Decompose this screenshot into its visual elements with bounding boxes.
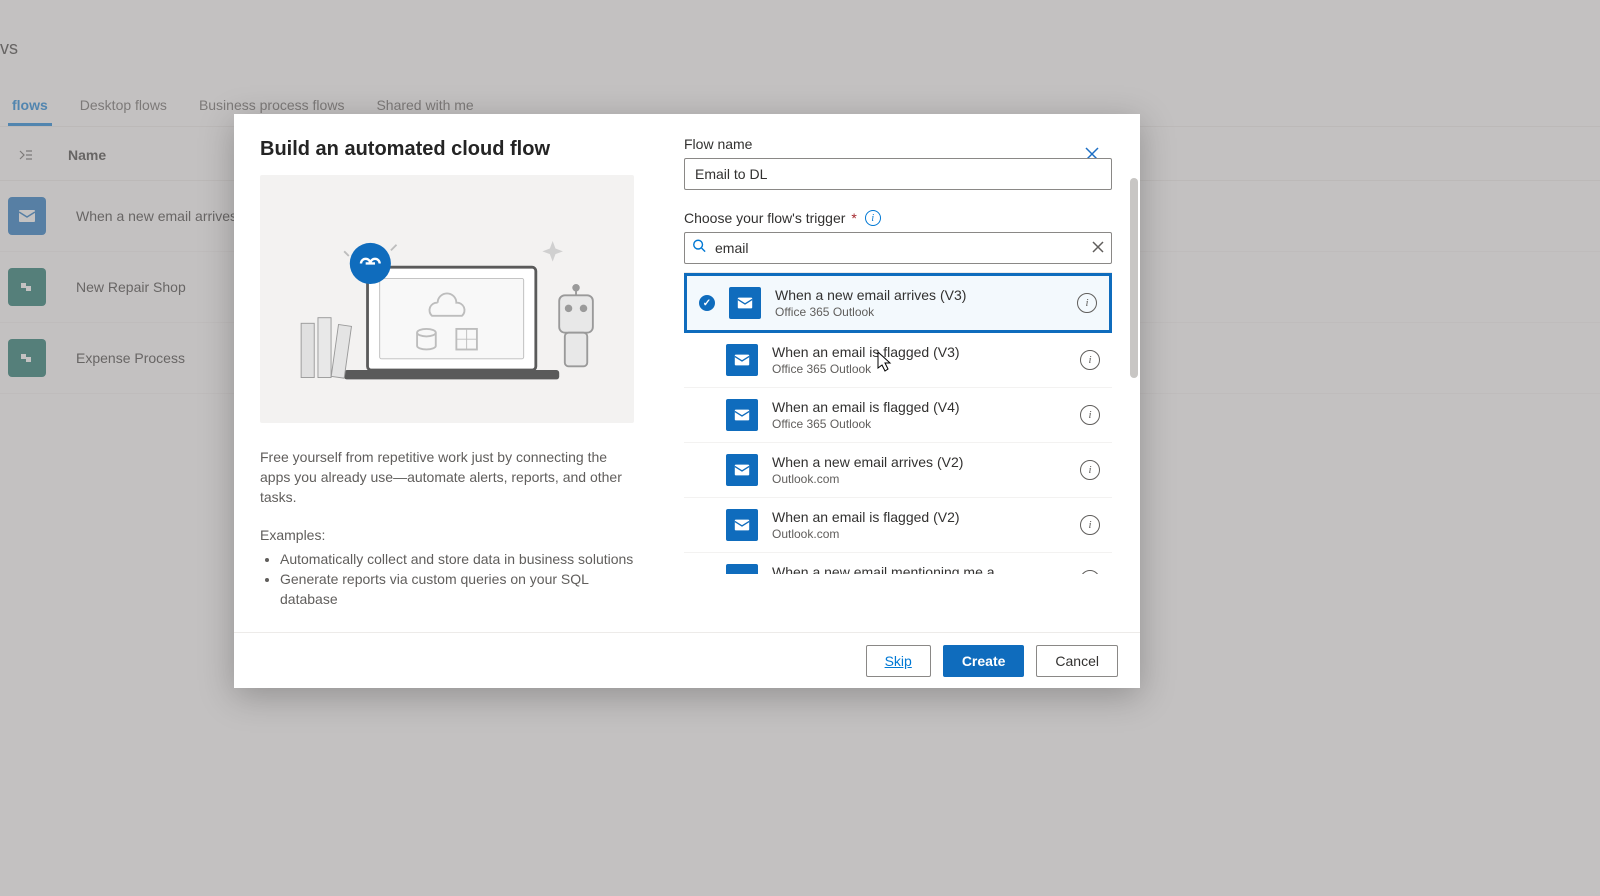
- info-icon[interactable]: i: [1080, 570, 1100, 574]
- skip-button[interactable]: Skip: [866, 645, 931, 677]
- trigger-item-when-email-mentioning-me[interactable]: When a new email mentioning me a... Outl…: [684, 553, 1112, 574]
- example-item: Generate reports via custom queries on y…: [280, 569, 634, 609]
- trigger-title: When an email is flagged (V4): [772, 398, 1072, 416]
- trigger-item-when-email-flagged-v3[interactable]: When an email is flagged (V3) Office 365…: [684, 333, 1112, 388]
- outlook-icon: [726, 344, 758, 376]
- outlook-icon: [726, 399, 758, 431]
- trigger-search-input[interactable]: [684, 232, 1112, 264]
- outlook-icon: [726, 564, 758, 574]
- trigger-item-when-new-email-arrives-v2[interactable]: When a new email arrives (V2) Outlook.co…: [684, 443, 1112, 498]
- trigger-section-label: Choose your flow's trigger *: [684, 210, 857, 226]
- trigger-title: When a new email mentioning me a...: [772, 563, 1072, 574]
- scrollbar[interactable]: [1130, 178, 1138, 378]
- trigger-title: When a new email arrives (V3): [775, 286, 1069, 304]
- examples-list: Automatically collect and store data in …: [260, 549, 634, 609]
- flow-name-label: Flow name: [684, 136, 1112, 152]
- dialog-title: Build an automated cloud flow: [260, 138, 634, 161]
- trigger-list[interactable]: When a new email arrives (V3) Office 365…: [684, 272, 1112, 574]
- illustration: [260, 175, 634, 423]
- info-icon[interactable]: i: [1080, 460, 1100, 480]
- example-item: Automatically collect and store data in …: [280, 549, 634, 569]
- clear-search-button[interactable]: [1092, 240, 1104, 256]
- trigger-item-when-email-flagged-v4[interactable]: When an email is flagged (V4) Office 365…: [684, 388, 1112, 443]
- dialog-description: Free yourself from repetitive work just …: [260, 447, 634, 507]
- info-icon[interactable]: i: [1080, 405, 1100, 425]
- close-icon: [1092, 241, 1104, 253]
- trigger-connector: Office 365 Outlook: [772, 416, 1072, 432]
- trigger-title: When a new email arrives (V2): [772, 453, 1072, 471]
- info-icon[interactable]: i: [1077, 293, 1097, 313]
- trigger-title: When an email is flagged (V2): [772, 508, 1072, 526]
- radio-selected-icon: [699, 295, 715, 311]
- outlook-icon: [726, 454, 758, 486]
- trigger-connector: Outlook.com: [772, 471, 1072, 487]
- outlook-icon: [726, 509, 758, 541]
- create-button[interactable]: Create: [943, 645, 1025, 677]
- dialog-footer: Skip Create Cancel: [234, 632, 1140, 688]
- dialog-right-panel: Flow name Choose your flow's trigger * i: [660, 114, 1140, 632]
- build-flow-dialog: Build an automated cloud flow: [234, 114, 1140, 688]
- outlook-icon: [729, 287, 761, 319]
- cancel-button[interactable]: Cancel: [1036, 645, 1118, 677]
- trigger-connector: Outlook.com: [772, 526, 1072, 542]
- examples-label: Examples:: [260, 527, 634, 543]
- dialog-left-panel: Build an automated cloud flow: [234, 114, 660, 632]
- trigger-connector: Office 365 Outlook: [772, 361, 1072, 377]
- trigger-connector: Office 365 Outlook: [775, 304, 1069, 320]
- info-icon[interactable]: i: [865, 210, 881, 226]
- info-icon[interactable]: i: [1080, 350, 1100, 370]
- required-asterisk: *: [851, 210, 856, 226]
- trigger-title: When an email is flagged (V3): [772, 343, 1072, 361]
- flow-name-input[interactable]: [684, 158, 1112, 190]
- trigger-item-when-email-flagged-v2[interactable]: When an email is flagged (V2) Outlook.co…: [684, 498, 1112, 553]
- info-icon[interactable]: i: [1080, 515, 1100, 535]
- search-icon: [692, 239, 706, 258]
- trigger-item-when-new-email-arrives-v3[interactable]: When a new email arrives (V3) Office 365…: [684, 273, 1112, 333]
